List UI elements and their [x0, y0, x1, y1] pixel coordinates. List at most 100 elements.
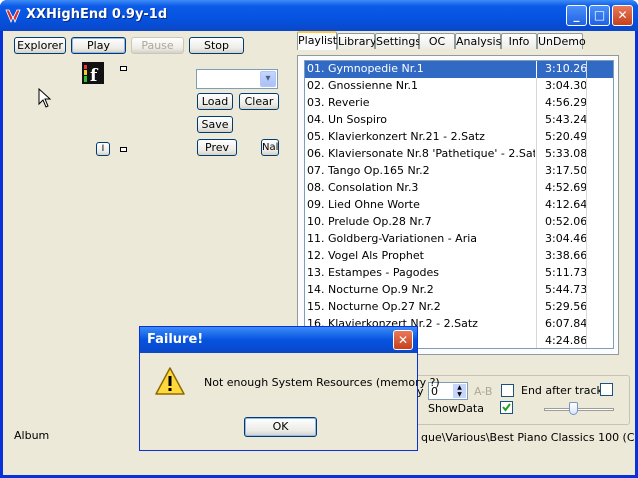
dialog-title[interactable]: Failure! — [140, 327, 417, 353]
playlist-row[interactable]: 06. Klaviersonate Nr.8 'Pathetique' - 2.… — [305, 146, 613, 163]
track-name: 07. Tango Op.165 Nr.2 — [307, 164, 430, 177]
mouse-cursor-icon — [38, 88, 52, 108]
track-duration: 5:29.56 — [545, 300, 588, 313]
volume-slider-track[interactable] — [544, 408, 614, 411]
end-after-track-label: End after track — [521, 384, 603, 397]
playlist-row[interactable]: 08. Consolation Nr.3 4:52.69 — [305, 180, 613, 197]
track-duration: 5:11.73 — [545, 266, 588, 279]
tab-undemo[interactable]: UnDemo — [537, 33, 586, 49]
column-separator — [536, 61, 537, 78]
column-separator — [586, 146, 587, 163]
column-separator — [586, 265, 587, 282]
playlist-row[interactable]: 12. Vogel Als Prophet 3:38.66 — [305, 248, 613, 265]
track-name: 01. Gymnopedie Nr.1 — [307, 62, 424, 75]
tab-playlist[interactable]: Playlist — [297, 31, 337, 50]
track-duration: 3:10.26 — [545, 62, 588, 75]
column-separator — [536, 197, 537, 214]
spin-down-icon[interactable]: ▼ — [453, 391, 466, 398]
playlist-row[interactable]: 05. Klavierkonzert Nr.21 - 2.Satz 5:20.49 — [305, 129, 613, 146]
playlist-row[interactable]: 11. Goldberg-Variationen - Aria 3:04.46 — [305, 231, 613, 248]
track-duration: 5:44.73 — [545, 283, 588, 296]
main-window: XXHighEnd 0.9y-1d _ □ ✕ Explorer Play Pa… — [0, 0, 638, 478]
tab-library[interactable]: Library — [337, 33, 376, 49]
track-name: 15. Nocturne Op.27 Nr.2 — [307, 300, 441, 313]
tab-info[interactable]: Info — [501, 33, 537, 49]
column-separator — [586, 197, 587, 214]
spin-up-icon[interactable]: ▲ — [453, 384, 466, 391]
playlist-list[interactable]: 01. Gymnopedie Nr.1 3:10.26 02. Gnossienne… — [304, 60, 614, 349]
minimize-button[interactable]: _ — [566, 5, 587, 26]
ab-checkbox[interactable] — [501, 384, 514, 397]
column-separator — [586, 333, 587, 348]
track-duration: 6:07.84 — [545, 317, 588, 330]
column-separator — [586, 112, 587, 129]
column-separator — [586, 180, 587, 197]
pause-button[interactable]: Pause — [131, 37, 184, 54]
track-name: 06. Klaviersonate Nr.8 'Pathetique' - 2.… — [307, 147, 535, 160]
i-button[interactable]: I — [96, 142, 110, 156]
column-separator — [586, 248, 587, 265]
explorer-button[interactable]: Explorer — [14, 37, 66, 54]
title-bar[interactable]: XXHighEnd 0.9y-1d _ □ ✕ — [0, 0, 638, 31]
playlist-row[interactable]: 07. Tango Op.165 Nr.2 3:17.50 — [305, 163, 613, 180]
prev-button[interactable]: Prev — [197, 139, 237, 156]
column-separator — [536, 248, 537, 265]
load-button[interactable]: Load — [197, 93, 233, 110]
column-separator — [586, 129, 587, 146]
show-data-checkbox[interactable] — [500, 401, 513, 414]
column-separator — [536, 333, 537, 348]
dialog-close-button[interactable]: ✕ — [393, 330, 413, 350]
playlist-row[interactable]: 09. Lied Ohne Worte 4:12.64 — [305, 197, 613, 214]
column-separator — [536, 214, 537, 231]
track-name: 04. Un Sospiro — [307, 113, 388, 126]
column-separator — [586, 61, 587, 78]
playlist-row[interactable]: 13. Estampes - Pagodes 5:11.73 — [305, 265, 613, 282]
ab-label: A-B — [474, 385, 493, 398]
tab-settings[interactable]: Settings — [375, 33, 421, 49]
column-separator — [586, 316, 587, 333]
toggle-indicator-2[interactable] — [120, 147, 127, 152]
track-duration: 5:20.49 — [545, 130, 588, 143]
playlist-row[interactable]: 14. Nocturne Op.9 Nr.2 5:44.73 — [305, 282, 613, 299]
playlist-row[interactable]: 03. Reverie 4:56.29 — [305, 95, 613, 112]
track-name: 12. Vogel Als Prophet — [307, 249, 424, 262]
close-button[interactable]: ✕ — [612, 5, 633, 26]
checkmark-icon — [502, 403, 511, 412]
playlist-row[interactable]: 01. Gymnopedie Nr.1 3:10.26 — [305, 61, 613, 78]
track-name: 10. Prelude Op.28 Nr.7 — [307, 215, 432, 228]
track-duration: 4:52.69 — [545, 181, 588, 194]
preset-dropdown[interactable]: ▾ — [196, 69, 278, 89]
toggle-indicator[interactable] — [120, 66, 127, 71]
maximize-button[interactable]: □ — [589, 5, 610, 26]
play-button[interactable]: Play — [71, 37, 126, 54]
album-path: que\Various\Best Piano Classics 100 (CD3… — [421, 431, 638, 444]
stop-button[interactable]: Stop — [189, 37, 244, 54]
column-separator — [536, 282, 537, 299]
ok-button[interactable]: OK — [244, 417, 317, 437]
track-name: 11. Goldberg-Variationen - Aria — [307, 232, 478, 245]
volume-slider-thumb[interactable] — [569, 402, 578, 415]
playlist-row[interactable]: 02. Gnossienne Nr.1 3:04.30 — [305, 78, 613, 95]
column-separator — [536, 265, 537, 282]
clear-button[interactable]: Clear — [239, 93, 279, 110]
column-separator — [586, 299, 587, 316]
end-after-track-checkbox[interactable] — [600, 383, 613, 396]
playlist-row[interactable]: 04. Un Sospiro 5:43.24 — [305, 112, 613, 129]
track-duration: 4:24.86 — [545, 334, 588, 347]
track-name: 05. Klavierkonzert Nr.21 - 2.Satz — [307, 130, 485, 143]
window-title: XXHighEnd 0.9y-1d — [26, 7, 168, 22]
track-name: 02. Gnossienne Nr.1 — [307, 79, 418, 92]
tab-oc[interactable]: OC — [419, 33, 455, 49]
column-separator — [536, 78, 537, 95]
playlist-row[interactable]: 15. Nocturne Op.27 Nr.2 5:29.56 — [305, 299, 613, 316]
column-separator — [536, 180, 537, 197]
tab-analysis[interactable]: Analysis — [455, 33, 501, 49]
playlist-row[interactable]: 10. Prelude Op.28 Nr.7 0:52.06 — [305, 214, 613, 231]
track-duration: 4:12.64 — [545, 198, 588, 211]
save-button[interactable]: Save — [197, 116, 233, 133]
app-logo-icon — [5, 9, 21, 24]
nal-button[interactable]: Nal — [261, 139, 279, 156]
window-border-left — [0, 31, 3, 478]
chevron-down-icon[interactable]: ▾ — [260, 71, 276, 87]
show-data-label: ShowData — [428, 402, 484, 415]
